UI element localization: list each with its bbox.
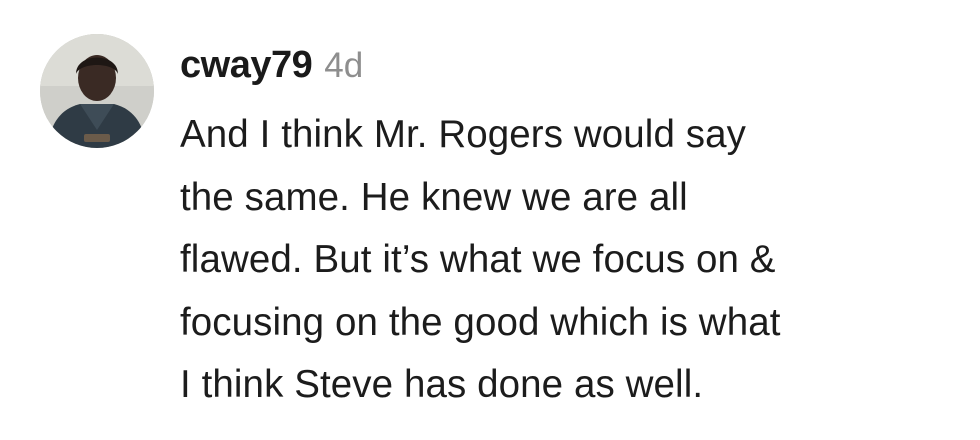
comment-text-line: I think Steve has done as well.	[180, 363, 704, 406]
comment-content: cway79 4d And I think Mr. Rogers would s…	[180, 44, 970, 417]
comment-text: And I think Mr. Rogers would say the sam…	[180, 104, 970, 417]
comment-text-line: focusing on the good which is what	[180, 300, 781, 344]
comment-timestamp[interactable]: 4d	[324, 46, 363, 86]
user-avatar[interactable]	[40, 34, 154, 148]
profile-photo-icon	[40, 34, 154, 148]
comment-header: cway79 4d	[180, 44, 970, 98]
comment: cway79 4d And I think Mr. Rogers would s…	[0, 0, 980, 440]
comment-text-line: flawed. But it’s what we focus on &	[180, 238, 776, 281]
comment-text-line: And I think Mr. Rogers would say	[180, 113, 746, 156]
comment-text-line: the same. He knew we are all	[180, 175, 688, 219]
username-link[interactable]: cway79	[180, 44, 313, 87]
